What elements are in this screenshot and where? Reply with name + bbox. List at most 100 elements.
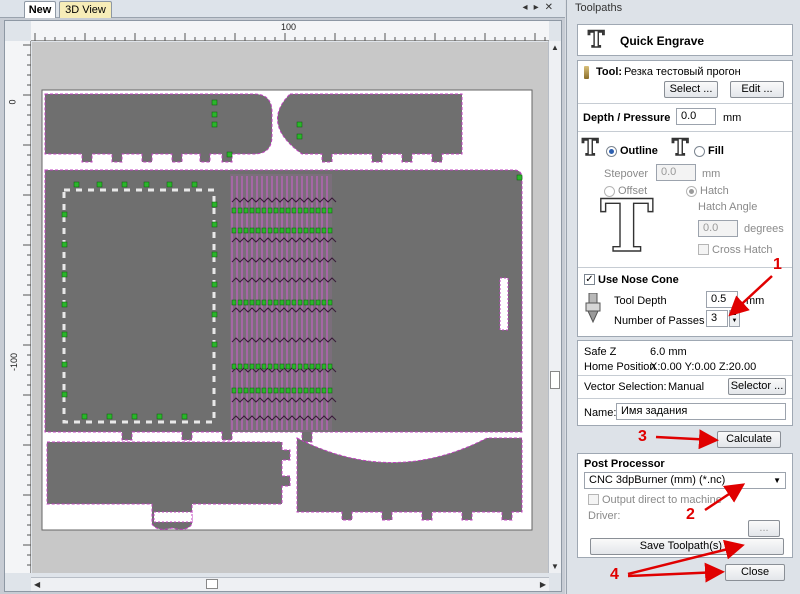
fill-label: Fill <box>708 145 724 157</box>
tab-marker <box>285 363 291 370</box>
driver-browse-button[interactable]: ... <box>748 520 780 537</box>
tab-marker <box>303 387 309 394</box>
drawing-canvas[interactable] <box>32 42 549 573</box>
close-view-icon[interactable]: ✕ <box>545 2 559 13</box>
separator <box>578 267 792 268</box>
post-processor-card: Post Processor CNC 3dpBurner (mm) (*.nc)… <box>577 453 793 558</box>
number-of-passes-input[interactable]: 3 <box>706 310 728 327</box>
tab-marker <box>279 299 285 306</box>
tab-marker <box>291 363 297 370</box>
passes-spinner[interactable]: ▲ ▼ <box>729 310 740 327</box>
tab-marker <box>181 413 188 420</box>
output-direct-label: Output direct to machine <box>602 494 722 506</box>
vertical-scroll-thumb[interactable] <box>550 371 560 389</box>
selector-button[interactable]: Selector ... <box>728 378 786 395</box>
use-nose-cone-checkbox[interactable]: ✓ <box>584 274 595 285</box>
hatch-angle-input[interactable]: 0.0 <box>698 220 738 237</box>
scroll-right-icon[interactable]: ▶ <box>540 580 546 589</box>
toolpaths-panel: Toolpaths T Quick Engrave Tool: Резка те… <box>566 0 800 594</box>
tab-marker <box>211 111 218 118</box>
tab-marker <box>516 174 523 181</box>
spin-up-icon[interactable]: ▲ <box>730 311 739 318</box>
annotation-1: 1 <box>773 256 782 273</box>
depth-input[interactable]: 0.0 <box>676 108 716 125</box>
tab-marker <box>321 227 327 234</box>
tab-marker <box>249 363 255 370</box>
tab-marker <box>261 227 267 234</box>
tab-marker <box>309 387 315 394</box>
select-tool-button[interactable]: Select ... <box>664 81 718 98</box>
tab-marker <box>237 363 243 370</box>
stepover-label: Stepover <box>604 168 649 180</box>
tab-marker <box>231 299 237 306</box>
tab-marker <box>243 387 249 394</box>
2d-viewport[interactable]: 100 0 -100 ▲ ▼ ◀ ▶ <box>4 20 562 592</box>
tab-scroll-right-icon[interactable]: ▸ <box>534 2 545 13</box>
tab-marker <box>267 207 273 214</box>
ruler-top-ticks <box>34 33 546 41</box>
tab-marker <box>226 151 233 158</box>
save-toolpaths-button[interactable]: Save Toolpath(s) ... <box>590 538 784 555</box>
tab-marker <box>237 299 243 306</box>
scroll-left-icon[interactable]: ◀ <box>34 580 40 589</box>
tab-marker <box>285 207 291 214</box>
tab-marker <box>249 299 255 306</box>
home-position-value: X:0.00 Y:0.00 Z:20.00 <box>650 361 757 373</box>
hatch-angle-label: Hatch Angle <box>698 201 758 213</box>
tool-value: Резка тестовый прогон <box>624 66 741 78</box>
job-drawing <box>41 89 533 531</box>
tab-marker <box>315 207 321 214</box>
fill-radio[interactable] <box>694 146 705 157</box>
tab-scroll-left-icon[interactable]: ◂ <box>523 2 534 13</box>
tool-depth-label: Tool Depth <box>614 295 667 307</box>
toolpath-name-input[interactable]: Имя задания <box>616 403 786 420</box>
stepover-unit: mm <box>702 168 721 180</box>
tab-marker <box>303 207 309 214</box>
tab-3d-view[interactable]: 3D View <box>59 1 112 18</box>
tab-marker <box>309 363 315 370</box>
calculate-button[interactable]: Calculate <box>717 431 781 448</box>
toolpath-name: Quick Engrave <box>620 34 705 48</box>
tab-marker <box>267 387 273 394</box>
cross-hatch-label: Cross Hatch <box>712 244 773 256</box>
tab-marker <box>73 181 80 188</box>
separator <box>578 375 792 376</box>
tab-marker <box>291 299 297 306</box>
edit-tool-button[interactable]: Edit ... <box>730 81 784 98</box>
tab-marker <box>297 207 303 214</box>
horizontal-scrollbar[interactable]: ◀ ▶ <box>31 577 549 591</box>
tab-marker <box>211 121 218 128</box>
cross-hatch-checkbox[interactable] <box>698 244 709 255</box>
tab-controls[interactable]: ◂▸✕ <box>523 2 559 13</box>
tab-marker <box>81 413 88 420</box>
chevron-down-icon[interactable]: ▼ <box>773 473 781 488</box>
tab-marker <box>143 181 150 188</box>
tab-marker <box>61 361 68 368</box>
tab-new[interactable]: New <box>24 1 56 18</box>
depth-label: Depth / Pressure <box>583 112 671 124</box>
hatch-radio[interactable] <box>686 186 697 197</box>
tab-marker <box>61 301 68 308</box>
tab-marker <box>131 413 138 420</box>
tab-marker <box>273 299 279 306</box>
scroll-down-icon[interactable]: ▼ <box>551 562 559 571</box>
post-processor-value: CNC 3dpBurner (mm) (*.nc) <box>589 474 726 486</box>
use-nose-cone-label: Use Nose Cone <box>598 274 679 286</box>
scroll-up-icon[interactable]: ▲ <box>551 43 559 52</box>
tab-marker <box>273 387 279 394</box>
panel-title: Toolpaths <box>575 2 623 14</box>
post-processor-select[interactable]: CNC 3dpBurner (mm) (*.nc) ▼ <box>584 472 786 489</box>
outline-radio[interactable] <box>606 146 617 157</box>
output-direct-checkbox[interactable] <box>588 494 599 505</box>
tool-label: Tool: <box>596 66 623 78</box>
stepover-input[interactable]: 0.0 <box>656 164 696 181</box>
close-button[interactable]: Close <box>725 564 785 581</box>
horizontal-scroll-thumb[interactable] <box>206 579 218 589</box>
safe-z-label: Safe Z <box>584 346 617 358</box>
tab-marker <box>327 207 333 214</box>
tab-marker <box>327 227 333 234</box>
vertical-scrollbar[interactable]: ▲ ▼ <box>548 41 561 573</box>
tool-depth-input[interactable]: 0.5 <box>706 291 738 308</box>
nose-cone-icon <box>584 292 602 324</box>
spin-down-icon[interactable]: ▼ <box>730 318 739 325</box>
